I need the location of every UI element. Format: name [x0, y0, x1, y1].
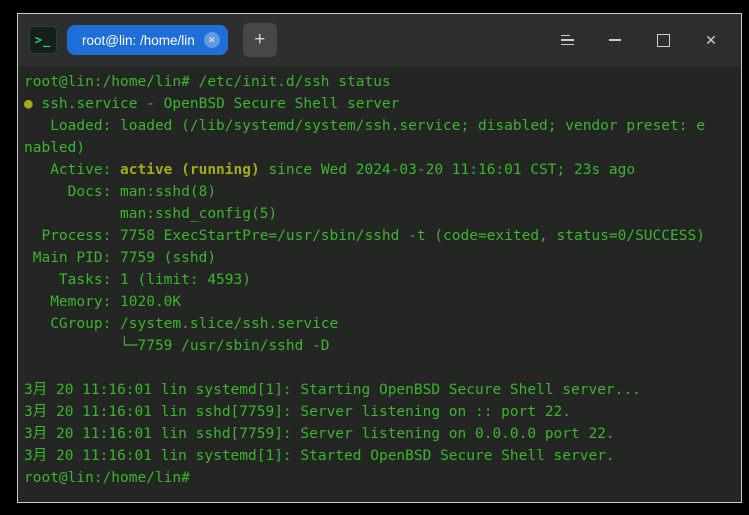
terminal-line: 3月 20 11:16:01 lin systemd[1]: Started O… — [24, 448, 615, 464]
terminal-window: >_ root@lin: /home/lin ✕ + ✕ root@lin:/h… — [17, 13, 742, 503]
window-controls: ✕ — [543, 14, 735, 66]
terminal-line: man:sshd_config(5) — [24, 206, 278, 222]
plus-icon: + — [254, 29, 266, 50]
close-icon: ✕ — [705, 31, 717, 48]
close-button[interactable]: ✕ — [687, 14, 735, 66]
terminal-line: 3月 20 11:16:01 lin sshd[7759]: Server li… — [24, 404, 572, 420]
tab-active[interactable]: root@lin: /home/lin ✕ — [67, 25, 228, 55]
terminal-line: 3月 20 11:16:01 lin systemd[1]: Starting … — [24, 382, 641, 398]
terminal-line: Process: 7758 ExecStartPre=/usr/sbin/ssh… — [24, 228, 705, 244]
terminal-line: Tasks: 1 (limit: 4593) — [24, 272, 251, 288]
terminal-line: root@lin:/home/lin# /etc/init.d/ssh stat… — [24, 74, 391, 90]
maximize-icon — [656, 33, 670, 47]
minimize-button[interactable] — [591, 14, 639, 66]
maximize-button[interactable] — [639, 14, 687, 66]
terminal-line: 3月 20 11:16:01 lin sshd[7759]: Server li… — [24, 426, 615, 442]
terminal-line: nabled) — [24, 140, 86, 156]
terminal-line: ● ssh.service - OpenBSD Secure Shell ser… — [24, 96, 400, 112]
terminal-line: Memory: 1020.0K — [24, 294, 182, 310]
titlebar-drag-region[interactable] — [277, 14, 543, 66]
tab-title: root@lin: /home/lin — [82, 32, 195, 48]
terminal-line: root@lin:/home/lin# — [24, 470, 199, 486]
close-icon: ✕ — [207, 35, 216, 45]
title-bar[interactable]: >_ root@lin: /home/lin ✕ + ✕ — [18, 14, 741, 66]
terminal-output[interactable]: root@lin:/home/lin# /etc/init.d/ssh stat… — [18, 66, 741, 502]
terminal-line: Loaded: loaded (/lib/systemd/system/ssh.… — [24, 118, 705, 134]
terminal-app-icon: >_ — [29, 26, 57, 54]
terminal-line: CGroup: /system.slice/ssh.service — [24, 316, 339, 332]
tab-close-button[interactable]: ✕ — [203, 32, 220, 48]
terminal-icon: >_ — [34, 33, 52, 47]
terminal-line: └─7759 /usr/sbin/sshd -D — [24, 338, 330, 354]
minimize-icon — [609, 39, 621, 41]
new-tab-button[interactable]: + — [242, 23, 277, 57]
menu-button[interactable] — [543, 14, 591, 66]
terminal-line: Docs: man:sshd(8) — [24, 184, 217, 200]
hamburger-menu-icon — [560, 34, 574, 46]
terminal-line: Main PID: 7759 (sshd) — [24, 250, 217, 266]
terminal-line: Active: active (running) since Wed 2024-… — [24, 162, 636, 178]
